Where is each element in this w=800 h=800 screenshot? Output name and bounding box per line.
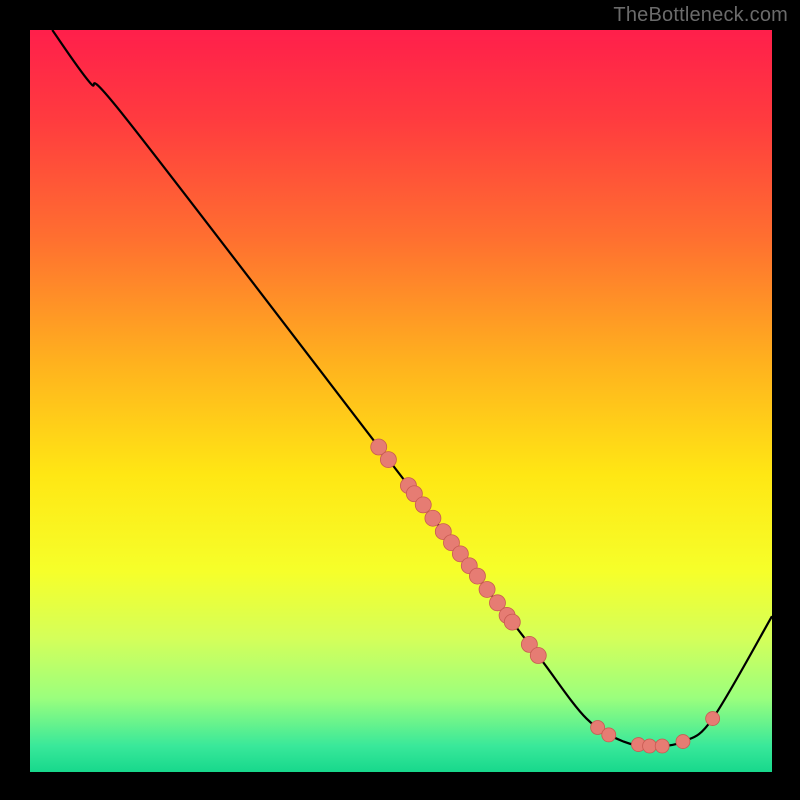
data-point [676,735,690,749]
chart-container: TheBottleneck.com [0,0,800,800]
plot-background [30,30,772,772]
bottleneck-chart [0,0,800,800]
watermark-label: TheBottleneck.com [613,4,788,27]
data-point [643,739,657,753]
data-point [706,712,720,726]
data-point [469,568,485,584]
data-point [415,497,431,513]
data-point [530,648,546,664]
data-point [504,614,520,630]
data-point [380,452,396,468]
data-point [602,728,616,742]
data-point [655,739,669,753]
data-point [425,510,441,526]
data-point [479,581,495,597]
